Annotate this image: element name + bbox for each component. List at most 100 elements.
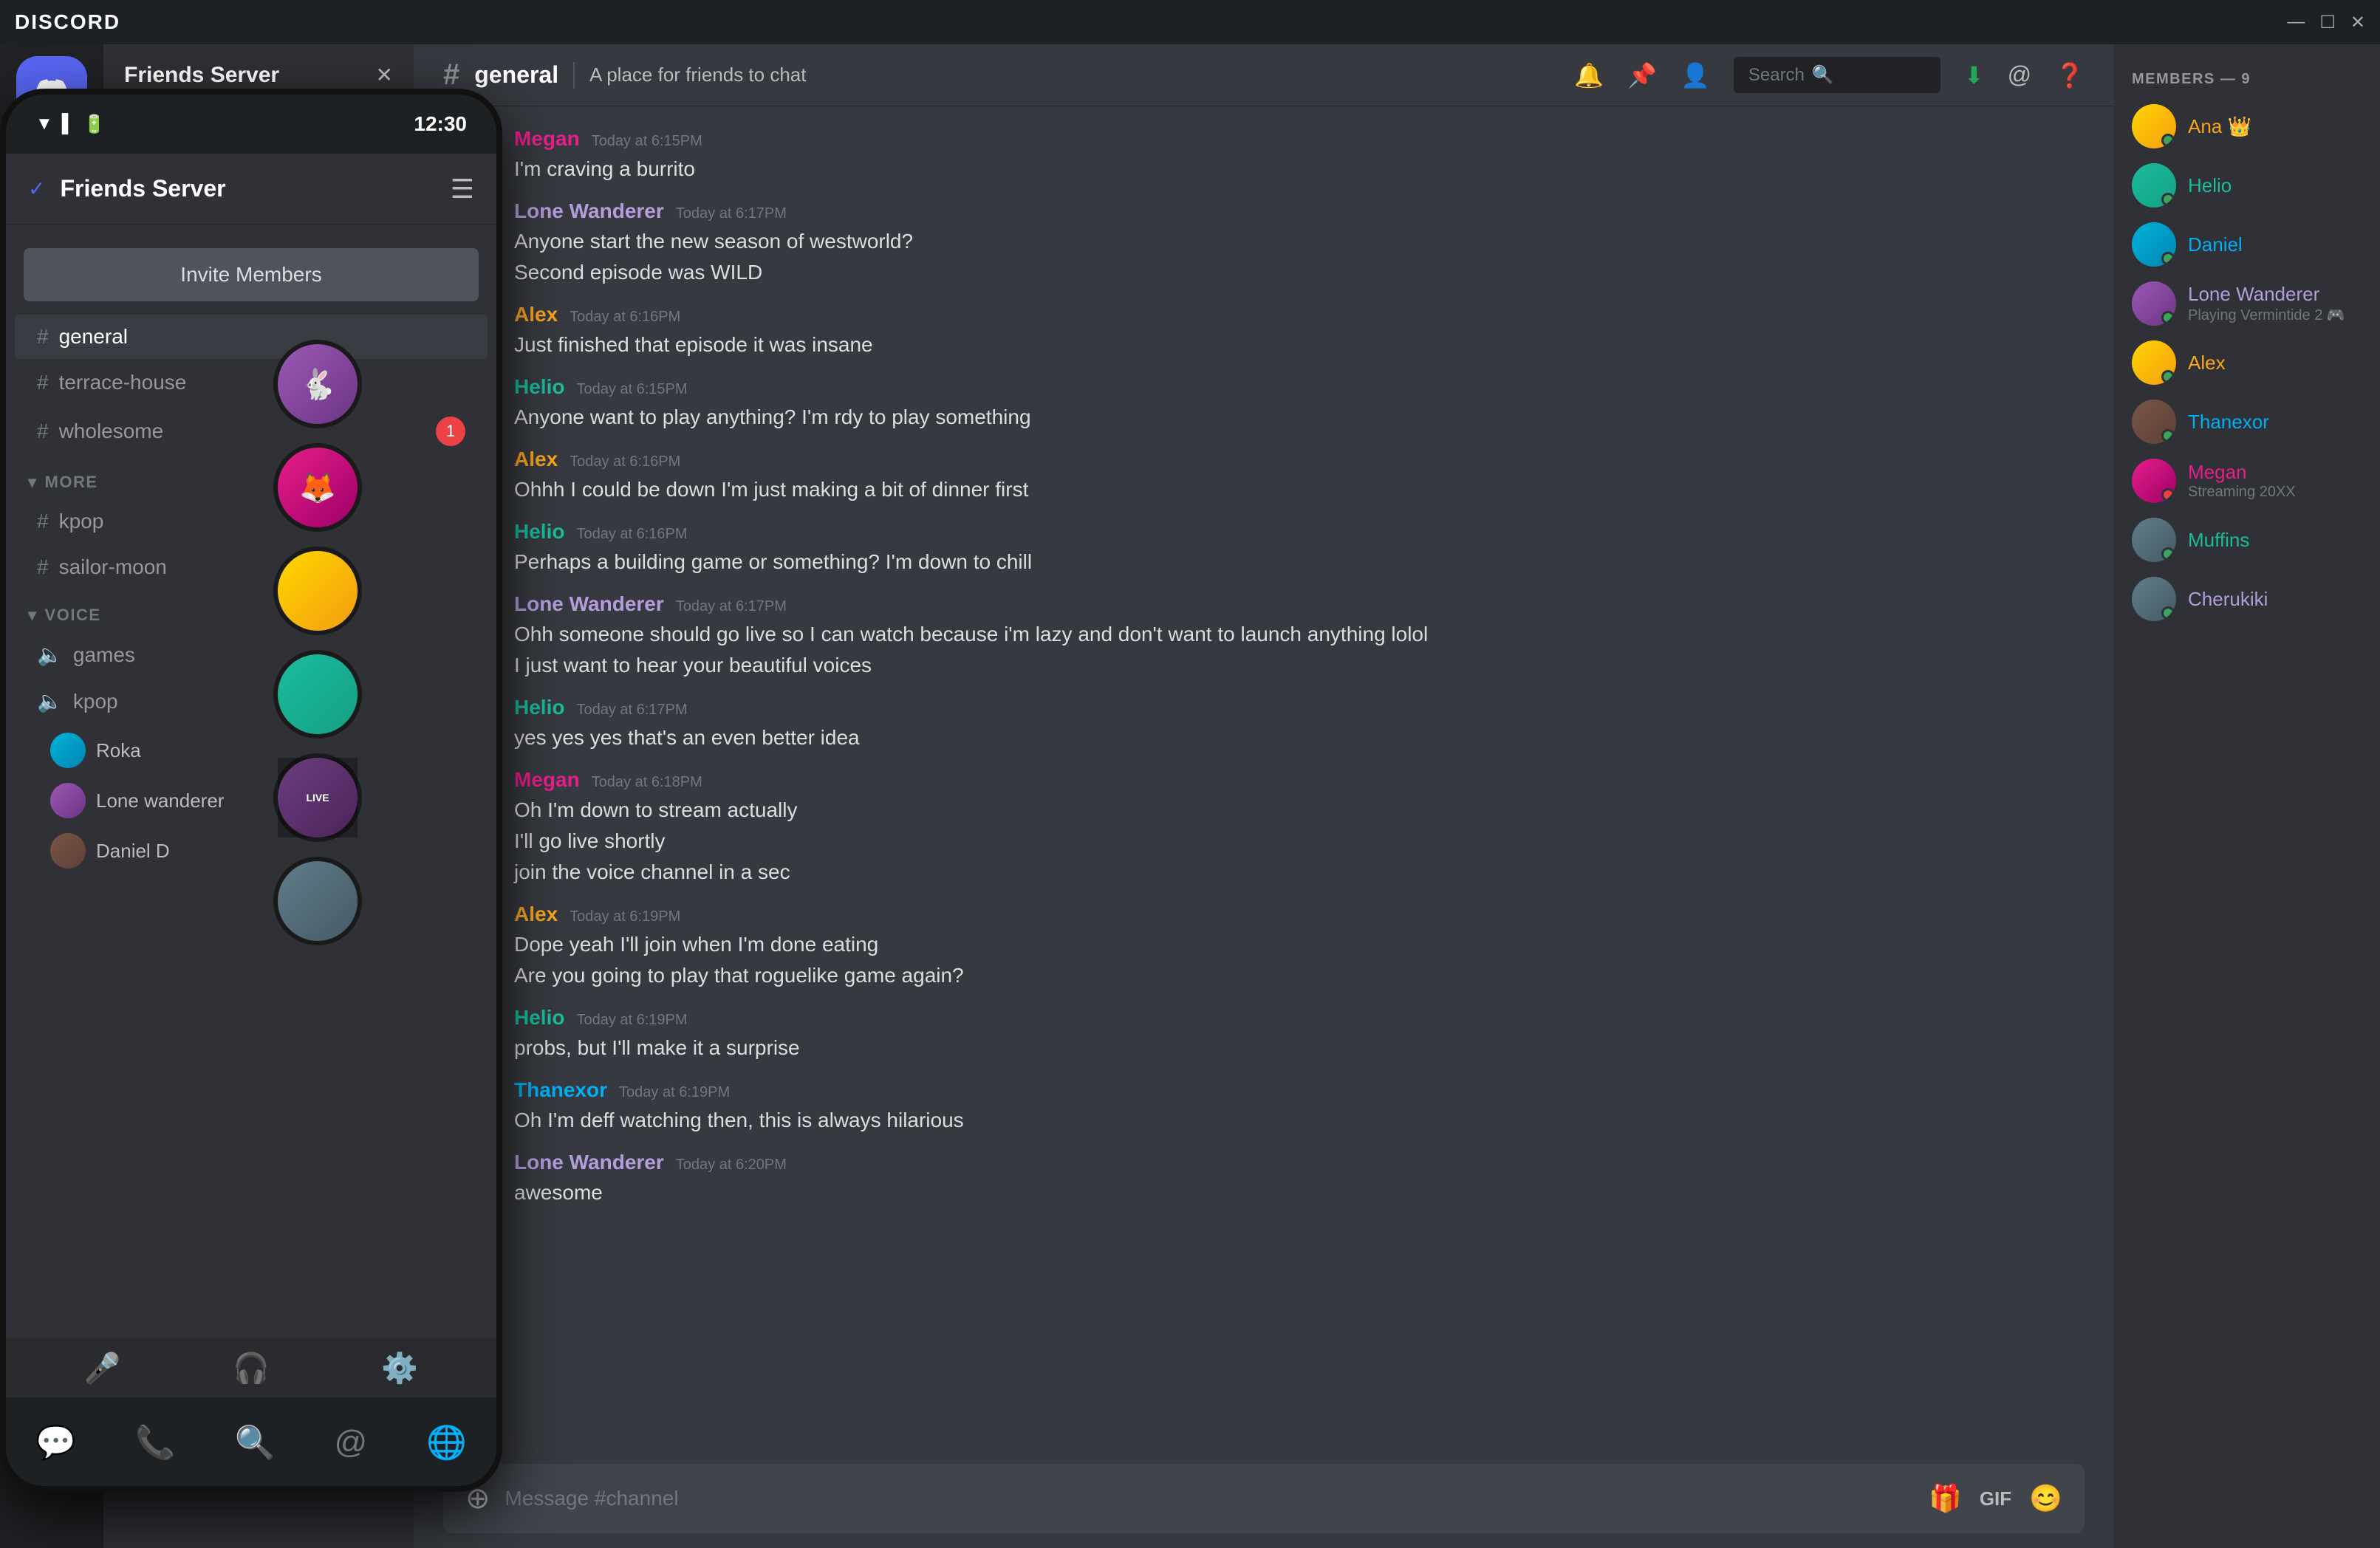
member-avatar (2132, 163, 2176, 208)
message-username[interactable]: Alex (514, 448, 558, 471)
message-username[interactable]: Thanexor (514, 1078, 607, 1102)
message-content: AlexToday at 6:16PMOhhh I could be down … (514, 448, 2085, 505)
message-header: Helio Today at 6:17PM (514, 696, 2085, 719)
member-avatar (2132, 400, 2176, 444)
help-icon[interactable]: ❓ (2055, 61, 2085, 89)
status-dot (2161, 193, 2175, 206)
member-name: Thanexor (2188, 411, 2362, 434)
message-group: AlexToday at 6:19PMDope yeah I'll join w… (443, 897, 2085, 997)
message-username[interactable]: Helio (514, 375, 564, 399)
message-username[interactable]: Helio (514, 1006, 564, 1030)
phone-channel-kpop[interactable]: # kpop (15, 499, 488, 544)
avatar-2: 🦊 (273, 443, 362, 532)
message-text: probs, but I'll make it a surprise (514, 1032, 2085, 1064)
phone-invite-button[interactable]: Invite Members (24, 248, 479, 301)
search-box[interactable]: Search 🔍 (1734, 57, 1940, 93)
message-username[interactable]: Alex (514, 903, 558, 926)
phone-nav-calls[interactable]: 📞 (135, 1423, 176, 1462)
phone-menu-icon[interactable]: ☰ (451, 174, 474, 205)
messages-container: MeganToday at 6:15PMI'm craving a burrit… (414, 106, 2114, 1449)
message-timestamp: Today at 6:17PM (676, 205, 787, 222)
minimize-button[interactable]: — (2287, 12, 2305, 33)
more-label-text: MORE (45, 473, 98, 492)
message-username[interactable]: Lone Wanderer (514, 1151, 664, 1174)
settings-icon[interactable]: ⚙️ (381, 1351, 418, 1386)
globe-icon: 🌐 (426, 1423, 467, 1462)
message-username[interactable]: Alex (514, 303, 558, 326)
microphone-icon[interactable]: 🎤 (84, 1351, 121, 1386)
phone-channel-general[interactable]: # general (15, 315, 488, 359)
message-header: AlexToday at 6:16PM (514, 448, 2085, 471)
member-avatar (2132, 340, 2176, 385)
hash-icon: # (37, 555, 49, 579)
message-header: Megan Today at 6:18PM (514, 768, 2085, 792)
message-text: Anyone start the new season of westworld… (514, 226, 2085, 257)
headphone-icon[interactable]: 🎧 (233, 1351, 270, 1386)
member-item[interactable]: Thanexor (2126, 392, 2368, 451)
message-group: HelioToday at 6:16PMPerhaps a building g… (443, 514, 2085, 583)
member-item[interactable]: Daniel (2126, 215, 2368, 274)
members-icon[interactable]: 👤 (1680, 61, 1710, 89)
message-username[interactable]: Lone Wanderer (514, 592, 664, 616)
chevron-icon: ▾ (28, 606, 38, 625)
status-dot (2161, 370, 2175, 383)
member-item[interactable]: Alex (2126, 333, 2368, 392)
member-item[interactable]: Cherukiki (2126, 569, 2368, 629)
chevron-icon: ▾ (28, 473, 38, 492)
gif-icon[interactable]: GIF (1980, 1487, 2011, 1510)
member-item[interactable]: Muffins (2126, 510, 2368, 569)
phone-channel-sailor-moon[interactable]: # sailor-moon (15, 545, 488, 589)
hash-icon: # (37, 371, 49, 394)
message-username[interactable]: Lone Wanderer (514, 199, 664, 223)
gift-icon[interactable]: 🎁 (1929, 1483, 1962, 1514)
phone-channel-wholesome[interactable]: # wholesome 1 (15, 406, 488, 456)
message-text: Are you going to play that roguelike gam… (514, 960, 2085, 991)
phone-nav-mentions[interactable]: @ (334, 1424, 367, 1461)
message-header: HelioToday at 6:15PM (514, 375, 2085, 399)
phone-voice-label[interactable]: ▾ VOICE (6, 591, 496, 631)
phone-nav-profile[interactable]: 🌐 (426, 1423, 467, 1462)
member-info: Lone WandererPlaying Vermintide 2 🎮 (2188, 283, 2362, 324)
status-dot (2161, 488, 2175, 501)
message-username[interactable]: Megan (514, 127, 580, 151)
message-content: HelioToday at 6:17PMyes yes yes that's a… (514, 696, 2085, 753)
speaker-icon: 🔈 (37, 643, 63, 667)
status-dot (2161, 606, 2175, 620)
message-username[interactable]: Megan (514, 768, 580, 792)
app-title: DISCORD (15, 10, 120, 34)
member-item[interactable]: Ana 👑 (2126, 97, 2368, 156)
message-timestamp: Today at 6:17PM (576, 702, 687, 719)
message-group: MeganToday at 6:18PMOh I'm down to strea… (443, 762, 2085, 894)
phone-voice-kpop[interactable]: 🔈 kpop (15, 679, 488, 724)
phone-server-name: Friends Server (60, 175, 225, 202)
message-username[interactable]: Helio (514, 696, 564, 719)
maximize-button[interactable]: ☐ (2319, 12, 2336, 33)
message-username[interactable]: Helio (514, 520, 564, 544)
avatar-panel: 🐇 🦊 LIVE (273, 340, 362, 945)
phone-channel-terrace-house[interactable]: # terrace-house (15, 360, 488, 405)
phone-voice-member-lone-wanderer: Lone wanderer (6, 775, 496, 826)
message-timestamp: Today at 6:15PM (592, 133, 702, 150)
avatar-daniel-d (50, 833, 86, 869)
header-divider (573, 62, 575, 89)
bell-icon[interactable]: 🔔 (1574, 61, 1604, 89)
mention-icon[interactable]: @ (2008, 61, 2031, 89)
member-item[interactable]: Lone WandererPlaying Vermintide 2 🎮 (2126, 274, 2368, 333)
emoji-icon[interactable]: 😊 (2029, 1483, 2062, 1514)
channel-name: terrace-house (59, 371, 187, 394)
avatar-4 (273, 650, 362, 739)
message-input[interactable]: Message #channel (505, 1487, 1914, 1510)
member-item[interactable]: Helio (2126, 156, 2368, 215)
download-icon[interactable]: ⬇ (1964, 61, 1984, 89)
phone-more-label[interactable]: ▾ MORE (6, 458, 496, 498)
member-item[interactable]: MeganStreaming 20XX (2126, 451, 2368, 510)
close-button[interactable]: ✕ (2350, 12, 2365, 33)
message-timestamp: Today at 6:18PM (592, 774, 702, 791)
status-dot (2161, 311, 2175, 324)
member-info: Daniel (2188, 233, 2362, 256)
phone-discord-header: ✓ Friends Server ☰ (6, 154, 496, 225)
phone-voice-games[interactable]: 🔈 games (15, 632, 488, 677)
phone-nav-chat[interactable]: 💬 (35, 1423, 76, 1462)
pin-icon[interactable]: 📌 (1627, 61, 1657, 89)
phone-nav-search[interactable]: 🔍 (235, 1423, 276, 1462)
